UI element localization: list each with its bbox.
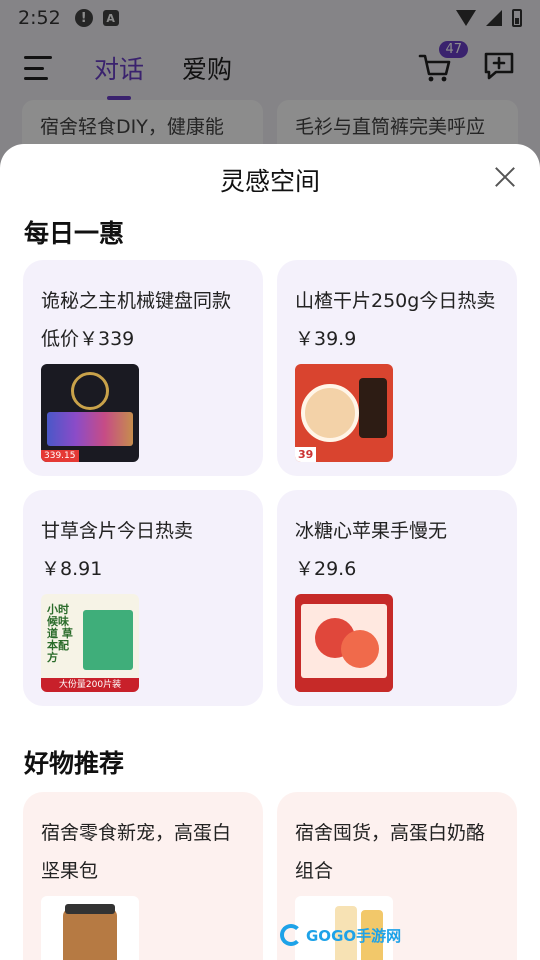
deal-title: 诡秘之主机械键盘同款低价￥339 — [41, 290, 232, 350]
recommend-title: 宿舍零食新宠，高蛋白坚果包 — [41, 822, 232, 882]
daily-deals-grid: 诡秘之主机械键盘同款低价￥339 339.15 山楂干片250g今日热卖￥39.… — [23, 260, 517, 706]
recommend-title: 宿舍囤货，高蛋白奶酪组合 — [295, 822, 486, 882]
thumb-price: 39 — [295, 447, 317, 462]
sheet-title: 灵感空间 — [219, 167, 320, 196]
deal-card[interactable]: 冰糖心苹果手慢无￥29.6 — [277, 490, 517, 706]
deal-card[interactable]: 山楂干片250g今日热卖￥39.9 39 — [277, 260, 517, 476]
licorice-thumbnail: 小时候味道 草本配方 大份量200片装 — [41, 594, 139, 692]
watermark-text: GOGO手游网 — [306, 926, 402, 945]
deal-title: 山楂干片250g今日热卖￥39.9 — [295, 290, 496, 350]
inspiration-sheet: 灵感空间 每日一惠 诡秘之主机械键盘同款低价￥339 339.15 山楂干片25… — [0, 144, 540, 960]
watermark: GOGO手游网 — [280, 924, 401, 946]
deal-card[interactable]: 甘草含片今日热卖￥8.91 小时候味道 草本配方 大份量200片装 — [23, 490, 263, 706]
deal-card[interactable]: 诡秘之主机械键盘同款低价￥339 339.15 — [23, 260, 263, 476]
thumb-price: 339.15 — [41, 450, 79, 462]
recommendations-heading: 好物推荐 — [24, 749, 125, 778]
keyboard-thumbnail: 339.15 — [41, 364, 139, 462]
apple-thumbnail — [295, 594, 393, 692]
recommendations-grid: 宿舍零食新宠，高蛋白坚果包 宿舍囤货，高蛋白奶酪组合 — [23, 792, 517, 960]
hawthorn-thumbnail: 39 — [295, 364, 393, 462]
thumb-text: 小时候味道 草本配方 — [47, 603, 73, 664]
recommend-card[interactable]: 宿舍零食新宠，高蛋白坚果包 — [23, 792, 263, 960]
thumb-bar: 大份量200片装 — [41, 678, 139, 692]
deal-title: 冰糖心苹果手慢无￥29.6 — [295, 520, 448, 580]
watermark-logo-icon — [280, 924, 302, 946]
daily-deals-heading: 每日一惠 — [24, 219, 125, 248]
nuts-thumbnail — [41, 896, 139, 960]
close-icon[interactable] — [494, 166, 516, 188]
deal-title: 甘草含片今日热卖￥8.91 — [41, 520, 194, 580]
